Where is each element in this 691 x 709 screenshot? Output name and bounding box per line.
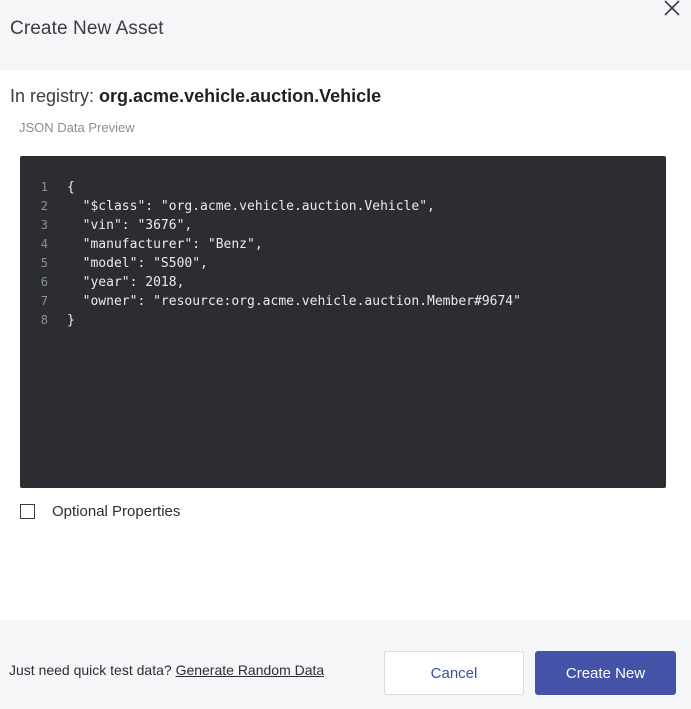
generate-random-data-link[interactable]: Generate Random Data (176, 662, 325, 678)
quick-data-prompt: Just need quick test data? (9, 662, 176, 678)
registry-line: In registry: org.acme.vehicle.auction.Ve… (10, 86, 381, 107)
code-lines: 1{2 "$class": "org.acme.vehicle.auction.… (20, 178, 666, 330)
code-line: 8} (20, 311, 666, 330)
code-line: 2 "$class": "org.acme.vehicle.auction.Ve… (20, 197, 666, 216)
line-text: { (67, 180, 75, 195)
code-line: 6 "year": 2018, (20, 273, 666, 292)
create-new-button[interactable]: Create New (535, 651, 676, 695)
line-number: 2 (40, 199, 48, 213)
line-number: 8 (40, 313, 48, 327)
line-number: 6 (40, 275, 48, 289)
dialog-footer: Just need quick test data? Generate Rand… (0, 620, 691, 709)
code-line: 4 "manufacturer": "Benz", (20, 235, 666, 254)
line-number: 5 (40, 256, 48, 270)
registry-name: org.acme.vehicle.auction.Vehicle (99, 86, 382, 106)
line-text: } (67, 313, 75, 328)
dialog-header: Create New Asset (0, 0, 691, 70)
registry-prefix: In registry: (10, 86, 100, 106)
quick-data-text: Just need quick test data? Generate Rand… (9, 662, 324, 678)
line-text: "manufacturer": "Benz", (67, 237, 263, 252)
json-code-editor[interactable]: 1{2 "$class": "org.acme.vehicle.auction.… (20, 156, 666, 488)
dialog-title: Create New Asset (10, 18, 164, 39)
create-asset-dialog: Create New Asset In registry: org.acme.v… (0, 0, 691, 709)
optional-properties-toggle[interactable]: Optional Properties (20, 503, 180, 520)
code-line: 3 "vin": "3676", (20, 216, 666, 235)
code-line: 1{ (20, 178, 666, 197)
optional-properties-label: Optional Properties (52, 503, 181, 520)
line-text: "vin": "3676", (67, 218, 193, 233)
dialog-body: In registry: org.acme.vehicle.auction.Ve… (0, 70, 691, 620)
line-number: 4 (40, 237, 48, 251)
optional-properties-checkbox[interactable] (20, 504, 35, 519)
code-line: 5 "model": "S500", (20, 254, 666, 273)
line-text: "year": 2018, (67, 275, 185, 290)
cancel-button[interactable]: Cancel (384, 651, 524, 695)
code-line: 7 "owner": "resource:org.acme.vehicle.au… (20, 292, 666, 311)
line-number: 3 (40, 218, 48, 232)
line-number: 7 (40, 294, 48, 308)
line-text: "owner": "resource:org.acme.vehicle.auct… (67, 294, 521, 309)
line-text: "$class": "org.acme.vehicle.auction.Vehi… (67, 199, 435, 214)
close-icon[interactable] (663, 0, 681, 18)
line-number: 1 (40, 180, 48, 194)
line-text: "model": "S500", (67, 256, 208, 271)
json-preview-label: JSON Data Preview (19, 120, 135, 135)
